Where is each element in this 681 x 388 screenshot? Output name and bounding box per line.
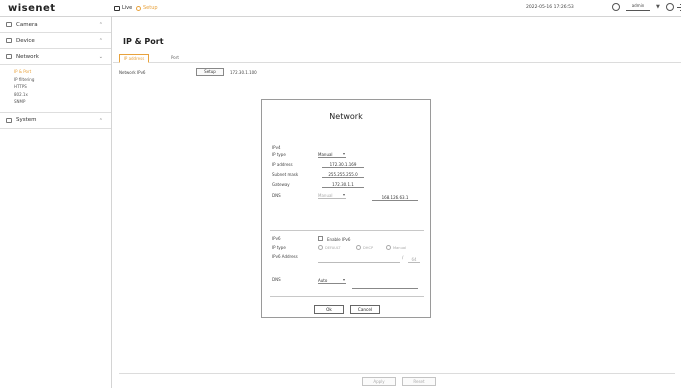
sidebar-item-label: Network bbox=[16, 53, 39, 60]
enable-ipv6-label: Enable IPv6 bbox=[327, 237, 351, 242]
ipv4-ip-type-select[interactable]: Manual ▾ bbox=[318, 151, 346, 158]
ipv4-ip-type-value: Manual bbox=[318, 152, 333, 157]
prefix-separator: / bbox=[402, 255, 404, 260]
tab-ip-address[interactable]: IP address bbox=[119, 54, 149, 63]
datetime: 2022-05-16 17:26:53 bbox=[526, 5, 574, 10]
section-divider bbox=[270, 230, 424, 231]
chevron-up-icon: ⌃ bbox=[98, 22, 103, 28]
device-icon bbox=[6, 38, 12, 43]
network-icon bbox=[6, 54, 12, 59]
setup-label: Setup bbox=[143, 5, 158, 11]
live-mode-button[interactable]: Live bbox=[114, 5, 132, 11]
footer-divider bbox=[270, 296, 424, 297]
sidebar-item-label: Camera bbox=[16, 21, 38, 28]
sidebar-item-https[interactable]: HTTPS bbox=[14, 83, 111, 91]
setup-button[interactable]: Setup bbox=[196, 68, 224, 76]
network-submenu: IP & Port IP filtering HTTPS 802.1x SNMP bbox=[0, 65, 111, 113]
sidebar-item-snmp[interactable]: SNMP bbox=[14, 98, 111, 106]
tab-bar: IP address Port bbox=[113, 54, 681, 63]
sidebar-item-system[interactable]: System ⌃ bbox=[0, 113, 111, 129]
network-dialog: Network IPv4 IP type Manual ▾ IP address… bbox=[261, 99, 431, 318]
ip-address-field[interactable]: 172.30.1.169 bbox=[322, 162, 364, 168]
ipv6-section-label: IPv6 bbox=[272, 236, 281, 241]
network-row: Network IPv6 bbox=[119, 70, 145, 75]
reset-button[interactable]: Reset bbox=[402, 377, 436, 386]
sidebar-item-8021x[interactable]: 802.1x bbox=[14, 91, 111, 99]
radio-dhcp-label: DHCP bbox=[363, 246, 374, 250]
tab-port[interactable]: Port bbox=[165, 54, 185, 63]
system-icon bbox=[6, 117, 12, 123]
sidebar-item-ip-filtering[interactable]: IP filtering bbox=[14, 76, 111, 84]
monitor-icon bbox=[114, 5, 120, 11]
live-label: Live bbox=[122, 5, 133, 11]
sidebar-item-label: System bbox=[16, 117, 37, 123]
setup-mode-button[interactable]: Setup bbox=[136, 5, 158, 11]
sidebar-item-ip-port[interactable]: IP & Port bbox=[14, 68, 111, 76]
radio-manual[interactable] bbox=[386, 245, 391, 250]
user-field[interactable]: admin bbox=[626, 3, 650, 11]
chevron-down-icon[interactable]: ▼ bbox=[656, 4, 660, 10]
gateway-label: Gateway bbox=[272, 182, 290, 187]
main-content: IP & Port IP address Port Network IPv6 S… bbox=[113, 17, 681, 388]
ipv6-address-label: IPv6 Address bbox=[272, 254, 298, 259]
top-bar: wisenet Live Setup 2022-05-16 17:26:53 a… bbox=[0, 0, 681, 17]
chevron-down-icon: ▾ bbox=[342, 151, 345, 156]
search-icon[interactable] bbox=[612, 3, 620, 11]
radio-default-label: DEFAULT bbox=[325, 246, 341, 250]
radio-manual-label: Manual bbox=[393, 246, 407, 250]
chevron-down-icon: ⌄ bbox=[98, 54, 103, 60]
top-icons: admin ▼ bbox=[612, 3, 681, 11]
sidebar-item-device[interactable]: Device ⌃ bbox=[0, 33, 111, 49]
gateway-field[interactable]: 172.30.1.1 bbox=[322, 182, 364, 188]
logo: wisenet bbox=[8, 3, 56, 14]
sidebar-item-network[interactable]: Network ⌄ bbox=[0, 49, 111, 65]
sidebar-item-camera[interactable]: Camera ⌃ bbox=[0, 17, 111, 33]
dns-label: DNS bbox=[272, 193, 281, 198]
ipv6-dns-field[interactable] bbox=[352, 283, 418, 289]
radio-dhcp[interactable] bbox=[356, 245, 361, 250]
ipv6-address-field[interactable] bbox=[318, 257, 400, 263]
network-ip: 172.30.1.100 bbox=[230, 70, 257, 75]
camera-icon bbox=[6, 22, 12, 27]
cancel-button[interactable]: Cancel bbox=[350, 305, 380, 314]
ipv4-section-label: IPv4 bbox=[272, 145, 281, 150]
ip-address-label: IP address bbox=[272, 162, 293, 167]
help-icon[interactable] bbox=[665, 3, 674, 11]
chevron-down-icon: ▾ bbox=[342, 192, 345, 197]
ok-button[interactable]: Ok bbox=[314, 305, 344, 314]
subnet-mask-label: Subnet mask bbox=[272, 172, 299, 177]
sidebar: Camera ⌃ Device ⌃ Network ⌄ IP & Port IP… bbox=[0, 17, 112, 388]
ipv6-dns-label: DNS bbox=[272, 277, 281, 282]
sidebar-item-label: Device bbox=[16, 37, 35, 44]
chevron-up-icon: ⌃ bbox=[98, 117, 103, 124]
dns-mode-select[interactable]: Manual ▾ bbox=[318, 192, 346, 199]
dns-field[interactable]: 168.126.63.1 bbox=[372, 195, 418, 201]
page-title: IP & Port bbox=[123, 37, 164, 46]
subnet-mask-field[interactable]: 255.255.255.0 bbox=[322, 172, 364, 178]
chevron-up-icon: ⌃ bbox=[98, 38, 103, 44]
ipv6-dns-mode-select[interactable]: Auto ▾ bbox=[318, 277, 346, 284]
ipv6-dns-mode-value: Auto bbox=[318, 278, 328, 283]
dialog-title: Network bbox=[329, 112, 363, 121]
ipv6-ip-type-label: IP type bbox=[272, 245, 286, 250]
dns-mode-value: Manual bbox=[318, 193, 333, 198]
ipv6-prefix-field[interactable]: 64 bbox=[408, 257, 420, 263]
network-label: Network IPv6 bbox=[119, 70, 146, 75]
bottom-divider bbox=[119, 373, 675, 374]
ipv4-ip-type-label: IP type bbox=[272, 152, 286, 157]
chevron-down-icon: ▾ bbox=[342, 277, 345, 282]
gear-icon bbox=[136, 5, 141, 11]
radio-default[interactable] bbox=[318, 245, 323, 250]
enable-ipv6-checkbox[interactable] bbox=[318, 236, 323, 241]
apply-button[interactable]: Apply bbox=[362, 377, 396, 386]
